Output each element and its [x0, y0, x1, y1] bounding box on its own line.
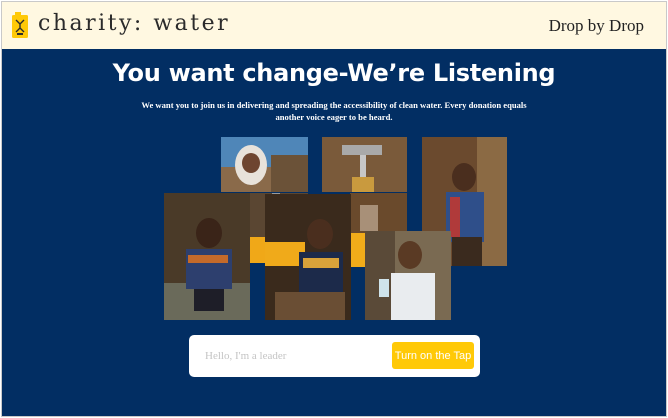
photo-water-tap — [322, 137, 407, 192]
photo-boy-with-glass — [365, 231, 451, 320]
hero-section: You want change-We’re Listening We want … — [2, 49, 666, 416]
signup-box: Turn on the Tap — [189, 335, 480, 377]
hero-subtext: We want you to join us in delivering and… — [141, 100, 527, 122]
brand-logo-text[interactable]: charity: water — [38, 11, 230, 36]
leader-name-input[interactable] — [199, 343, 385, 369]
photo-woman-smiling — [221, 137, 308, 192]
site-header: charity: water Drop by Drop — [2, 2, 666, 49]
app-window: charity: water Drop by Drop You want cha… — [1, 1, 667, 417]
turn-on-tap-button[interactable]: Turn on the Tap — [392, 342, 474, 369]
hero-headline: You want change-We’re Listening — [112, 59, 556, 87]
jerrycan-icon[interactable] — [12, 12, 28, 38]
photo-child-washing-face — [164, 193, 250, 320]
photo-girl-at-tap — [265, 194, 351, 320]
header-tagline: Drop by Drop — [548, 16, 644, 35]
